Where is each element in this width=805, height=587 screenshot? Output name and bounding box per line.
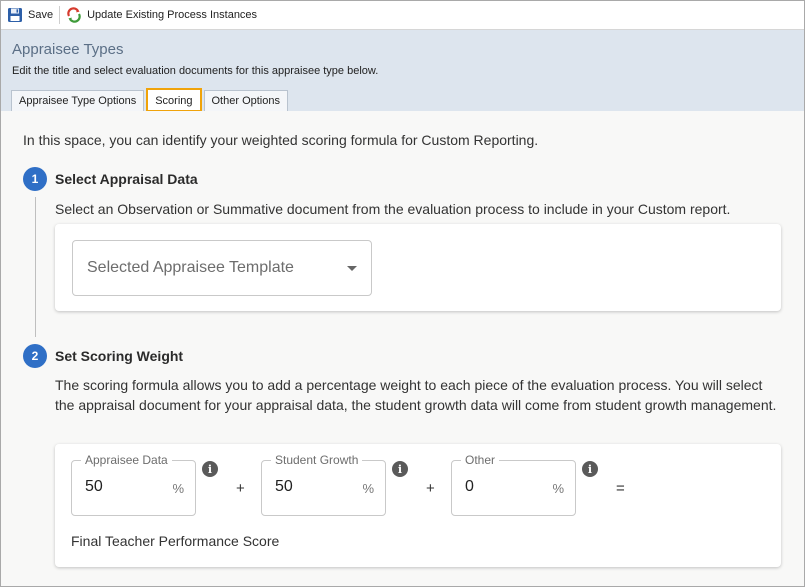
update-label: Update Existing Process Instances	[87, 9, 258, 21]
student-growth-input[interactable]	[275, 478, 355, 496]
appraisee-data-input[interactable]	[85, 478, 165, 496]
appraisee-data-field[interactable]: Appraisee Data %	[71, 453, 196, 516]
select-placeholder: Selected Appraisee Template	[87, 259, 294, 276]
tab-scoring[interactable]: Scoring	[146, 88, 202, 112]
update-icon	[66, 7, 82, 23]
step-1-badge: 1	[23, 167, 47, 191]
percent-unit: %	[552, 481, 564, 496]
appraisee-types-window: Save Update Existing Process Instances A…	[0, 0, 805, 587]
step-2-title: Set Scoring Weight	[55, 348, 184, 364]
other-field[interactable]: Other %	[451, 453, 576, 516]
student-growth-label: Student Growth	[271, 453, 363, 467]
appraisee-data-label: Appraisee Data	[81, 453, 172, 467]
plus-operator: +	[426, 480, 435, 497]
chevron-down-icon	[347, 266, 357, 271]
tab-appraisee-type-options[interactable]: Appraisee Type Options	[11, 90, 145, 111]
info-icon[interactable]: i	[392, 461, 408, 477]
intro-text: In this space, you can identify your wei…	[23, 132, 539, 148]
info-icon[interactable]: i	[202, 461, 218, 477]
final-teacher-performance-score-label: Final Teacher Performance Score	[71, 533, 280, 549]
appraisee-template-select[interactable]: Selected Appraisee Template	[72, 240, 372, 296]
scoring-weight-card: Appraisee Data % i + Student Growth % i …	[55, 444, 781, 567]
percent-unit: %	[172, 481, 184, 496]
step-1-title: Select Appraisal Data	[55, 171, 198, 187]
percent-unit: %	[362, 481, 374, 496]
scoring-panel: In this space, you can identify your wei…	[1, 111, 804, 586]
tab-other-options[interactable]: Other Options	[203, 90, 288, 111]
info-icon[interactable]: i	[582, 461, 598, 477]
step-connector-line	[35, 197, 36, 337]
student-growth-field[interactable]: Student Growth %	[261, 453, 386, 516]
step-1-description: Select an Observation or Summative docum…	[55, 201, 731, 217]
appraisal-data-card: Selected Appraisee Template	[55, 224, 781, 311]
page-title: Appraisee Types	[12, 41, 124, 58]
tab-bar: Appraisee Type Options Scoring Other Opt…	[11, 88, 291, 112]
plus-operator: +	[236, 480, 245, 497]
save-label: Save	[28, 9, 54, 21]
step-2-description: The scoring formula allows you to add a …	[55, 377, 777, 413]
other-input[interactable]	[465, 478, 545, 496]
page-header: Appraisee Types Edit the title and selec…	[1, 30, 804, 112]
page-subtitle: Edit the title and select evaluation doc…	[12, 65, 379, 77]
update-existing-process-instances-button[interactable]: Update Existing Process Instances	[60, 1, 263, 29]
save-button[interactable]: Save	[1, 1, 59, 29]
equals-operator: =	[616, 480, 625, 497]
step-2-badge: 2	[23, 344, 47, 368]
other-label: Other	[461, 453, 500, 467]
save-icon	[7, 7, 23, 23]
toolbar: Save Update Existing Process Instances	[1, 1, 804, 30]
